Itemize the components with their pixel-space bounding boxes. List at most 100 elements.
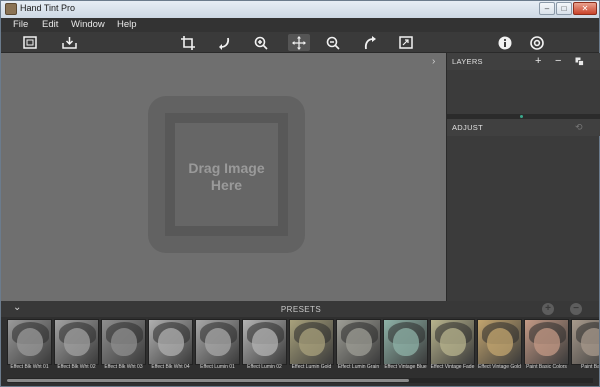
preset-thumbnail[interactable]: Effect Blk Wht 03	[101, 319, 146, 377]
preset-label: Effect Blk Wht 03	[104, 364, 143, 370]
preset-label: Paint Basic Colors	[526, 364, 567, 370]
preset-preview-image	[101, 319, 146, 365]
preview-face	[252, 328, 278, 356]
preview-face	[158, 328, 184, 356]
preset-label: Effect Lumin Grain	[337, 364, 380, 370]
preset-preview-image	[336, 319, 381, 365]
duplicate-layer-icon[interactable]	[575, 54, 584, 70]
preset-thumbnail[interactable]: Paint Basic	[571, 319, 599, 377]
drop-text-line-1: Drag Image	[188, 160, 265, 176]
layers-header: LAYERS + −	[447, 53, 600, 70]
adjust-header: ADJUST ⟲	[447, 119, 600, 136]
add-preset-icon[interactable]: +	[542, 303, 554, 315]
preset-preview-image	[7, 319, 52, 365]
layers-list[interactable]	[447, 70, 600, 114]
menu-file[interactable]: File	[13, 19, 28, 30]
zoom-in-icon[interactable]	[252, 34, 270, 51]
remove-preset-icon[interactable]: −	[570, 303, 582, 315]
presets-strip: Effect Blk Wht 01 Effect Blk Wht 02 Effect…	[7, 319, 599, 377]
drop-zone-inner: Drag Image Here	[175, 123, 278, 226]
save-tray-icon[interactable]	[60, 34, 78, 51]
preview-face	[64, 328, 90, 356]
title-bar: Hand Tint Pro – □ ✕	[1, 1, 599, 18]
minimize-button[interactable]: –	[539, 2, 555, 15]
help-icon[interactable]	[528, 34, 546, 51]
preset-thumbnail[interactable]: Effect Vintage Fade	[430, 319, 475, 377]
preset-preview-image	[430, 319, 475, 365]
preview-face	[17, 328, 43, 356]
preset-thumbnail[interactable]: Effect Blk Wht 01	[7, 319, 52, 377]
preset-preview-image	[289, 319, 334, 365]
preset-label: Effect Lumin 01	[200, 364, 235, 370]
preset-preview-image	[54, 319, 99, 365]
preset-thumbnail[interactable]: Effect Blk Wht 02	[54, 319, 99, 377]
preset-preview-image	[477, 319, 522, 365]
preset-thumbnail[interactable]: Effect Vintage Gold	[477, 319, 522, 377]
preset-thumbnail[interactable]: Effect Lumin 01	[195, 319, 240, 377]
preset-preview-image	[383, 319, 428, 365]
presets-title: PRESETS	[280, 305, 322, 314]
chevron-right-icon[interactable]: ›	[432, 56, 435, 67]
window-title: Hand Tint Pro	[20, 3, 76, 13]
preset-thumbnail[interactable]: Effect Lumin Gold	[289, 319, 334, 377]
right-panel: LAYERS + − ADJUST ⟲	[446, 53, 600, 301]
preset-preview-image	[148, 319, 193, 365]
preset-thumbnail[interactable]: Effect Lumin Grain	[336, 319, 381, 377]
info-icon[interactable]	[496, 34, 514, 51]
app-window: Hand Tint Pro – □ ✕ File Edit Window Hel…	[0, 0, 600, 387]
preset-label: Effect Blk Wht 04	[151, 364, 190, 370]
layers-title: LAYERS	[452, 57, 483, 66]
open-image-icon[interactable]	[21, 34, 39, 51]
preset-label: Effect Lumin 02	[247, 364, 282, 370]
menu-window[interactable]: Window	[71, 19, 105, 30]
resize-dot	[520, 115, 523, 118]
preset-preview-image	[524, 319, 569, 365]
maximize-button[interactable]: □	[556, 2, 572, 15]
preset-thumbnail[interactable]: Effect Vintage Blue	[383, 319, 428, 377]
preview-face	[346, 328, 372, 356]
menu-help[interactable]: Help	[117, 19, 137, 30]
preset-label: Effect Vintage Gold	[478, 364, 521, 370]
close-button[interactable]: ✕	[573, 2, 597, 15]
scrollbar-thumb[interactable]	[7, 379, 409, 382]
drop-zone[interactable]: Drag Image Here	[148, 96, 305, 253]
toolbar	[1, 32, 599, 53]
preview-face	[205, 328, 231, 356]
reset-adjust-icon[interactable]: ⟲	[575, 120, 583, 134]
preset-label: Effect Vintage Blue	[384, 364, 427, 370]
crop-icon[interactable]	[179, 34, 197, 51]
presets-header: ⌄ PRESETS + −	[1, 301, 599, 317]
presets-scrollbar[interactable]	[7, 378, 593, 383]
app-icon	[5, 3, 17, 15]
image-canvas[interactable]: › Drag Image Here	[1, 53, 446, 301]
preview-face	[299, 328, 325, 356]
adjust-title: ADJUST	[452, 123, 483, 132]
menu-edit[interactable]: Edit	[42, 19, 58, 30]
preview-face	[534, 328, 560, 356]
preset-label: Effect Lumin Gold	[291, 364, 332, 370]
preset-label: Paint Basic	[580, 364, 599, 370]
preset-thumbnail[interactable]: Paint Basic Colors	[524, 319, 569, 377]
preset-label: Effect Blk Wht 01	[10, 364, 49, 370]
preset-label: Effect Vintage Fade	[430, 364, 475, 370]
drop-zone-text: Drag Image Here	[175, 160, 278, 194]
preset-preview-image	[195, 319, 240, 365]
rotate-right-icon[interactable]	[361, 34, 379, 51]
drop-text-line-2: Here	[210, 177, 243, 193]
preset-preview-image	[242, 319, 287, 365]
preview-face	[487, 328, 513, 356]
zoom-out-icon[interactable]	[324, 34, 342, 51]
pan-move-icon[interactable]	[288, 34, 310, 51]
add-layer-icon[interactable]: +	[535, 54, 541, 68]
fit-screen-icon[interactable]	[397, 34, 415, 51]
preview-face	[111, 328, 137, 356]
preset-thumbnail[interactable]: Effect Blk Wht 04	[148, 319, 193, 377]
remove-layer-icon[interactable]: −	[555, 54, 561, 68]
menu-bar: File Edit Window Help	[1, 18, 599, 32]
preset-thumbnail[interactable]: Effect Lumin 02	[242, 319, 287, 377]
preview-face	[440, 328, 466, 356]
preset-label: Effect Blk Wht 02	[57, 364, 96, 370]
rotate-left-icon[interactable]	[215, 34, 233, 51]
presets-panel: ⌄ PRESETS + − Effect Blk Wht 01 Effect Bl…	[1, 301, 599, 386]
preview-face	[581, 328, 599, 356]
